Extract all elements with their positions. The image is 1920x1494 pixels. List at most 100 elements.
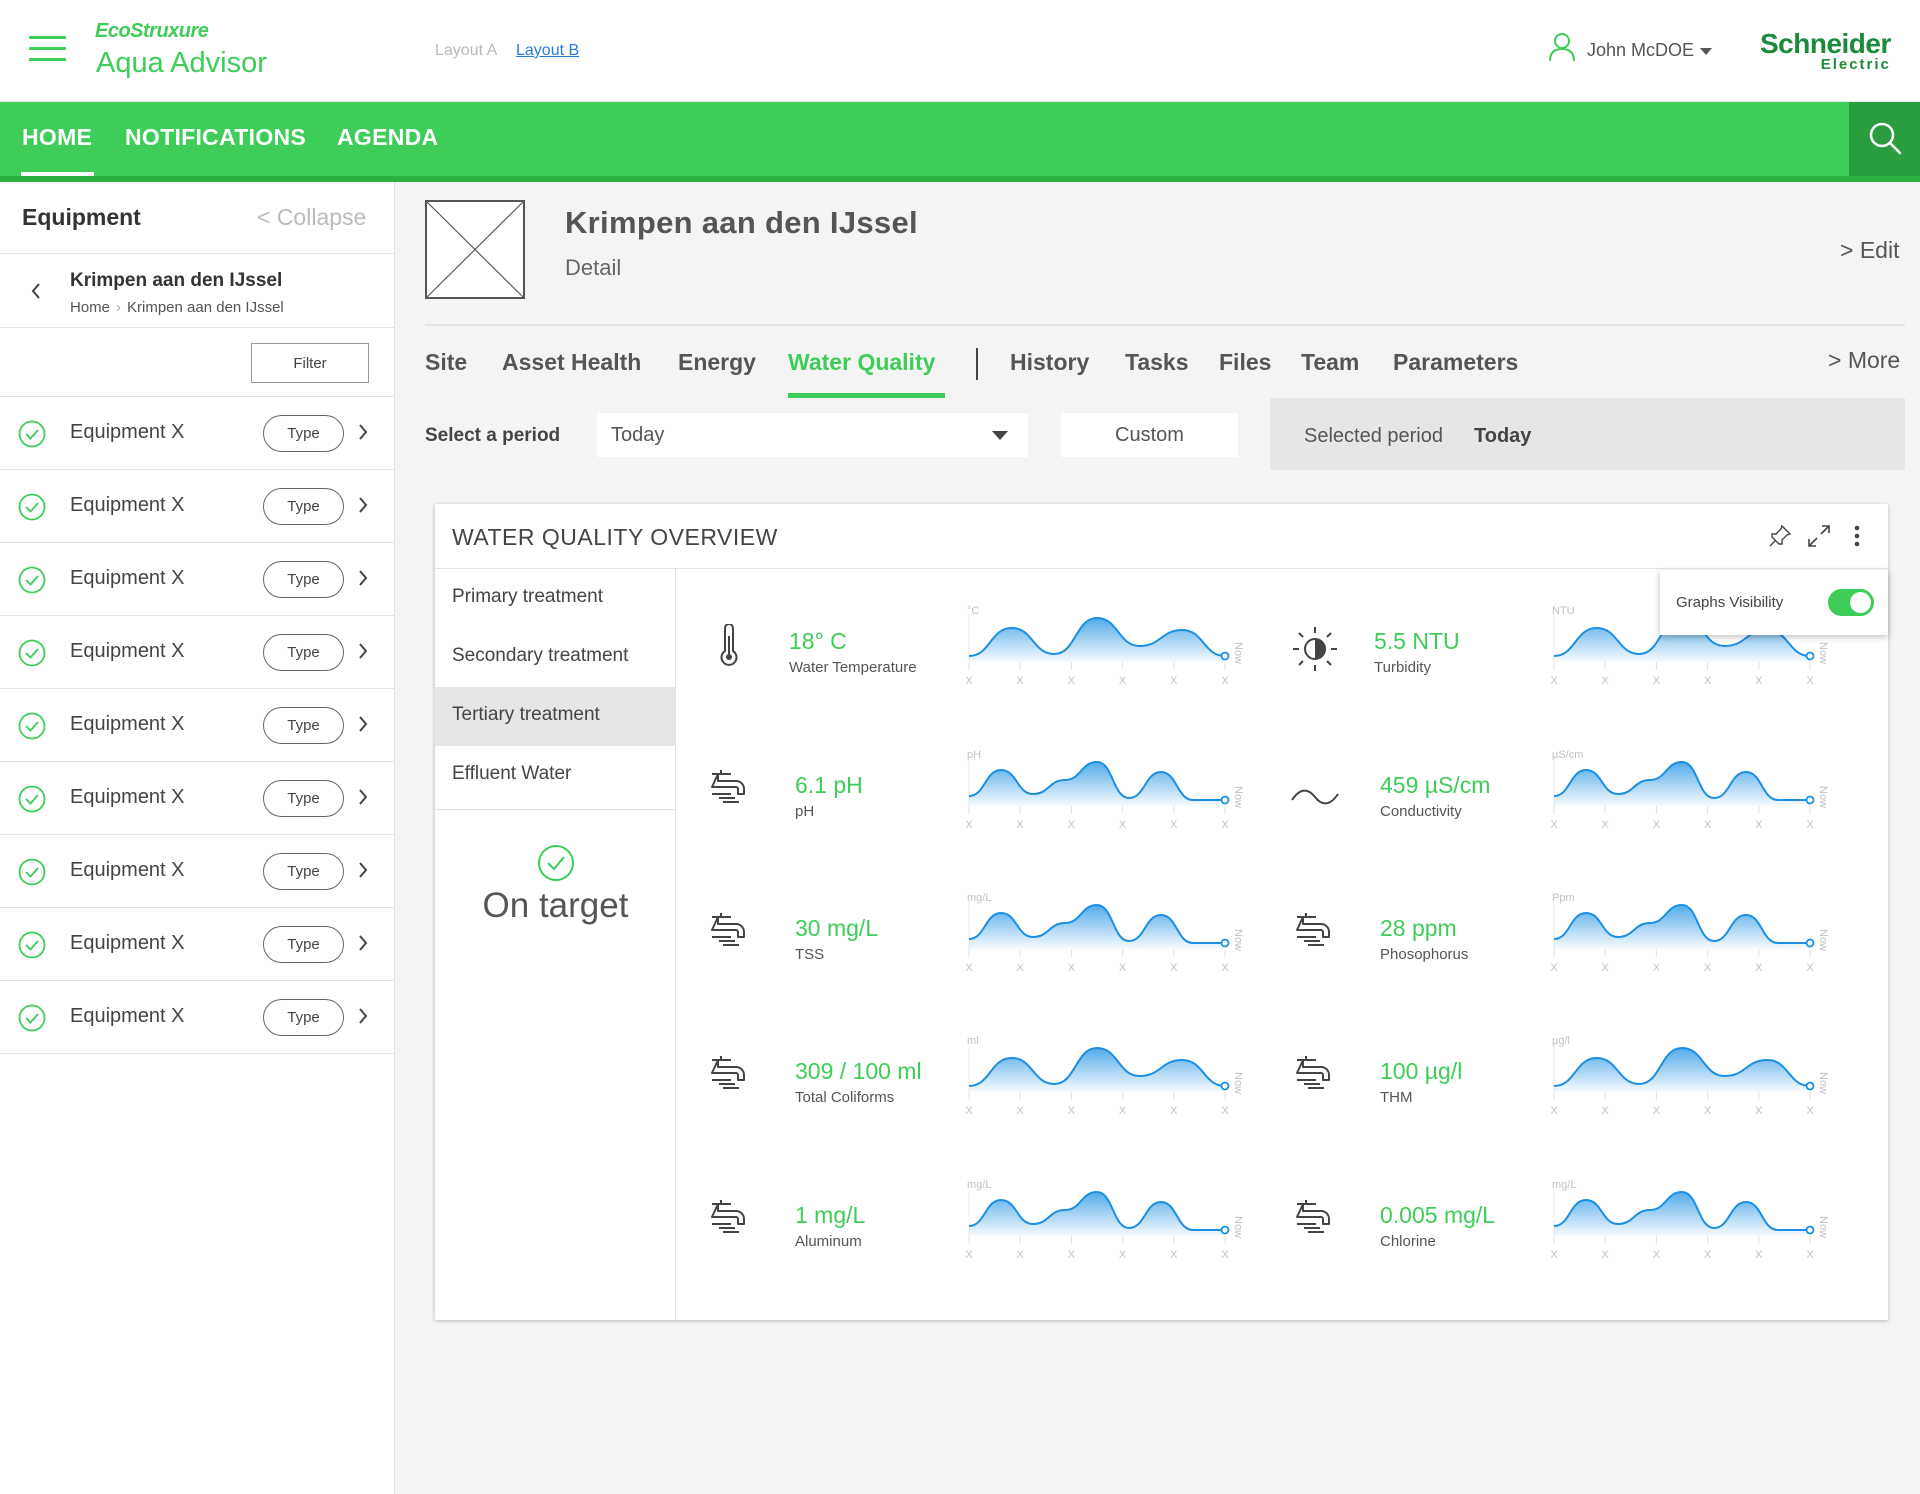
svg-text:Now: Now [1232, 929, 1243, 951]
search-icon [1869, 122, 1902, 155]
chevron-right-icon[interactable] [357, 861, 369, 884]
faucet-icon [709, 1198, 749, 1243]
chevron-right-icon[interactable] [357, 423, 369, 446]
svg-text:X: X [1119, 675, 1127, 687]
metric-value: 459 µS/cm [1380, 772, 1491, 798]
svg-text:X: X [1653, 962, 1661, 974]
equipment-list-item[interactable]: Equipment X Type [0, 835, 395, 908]
equipment-list-item[interactable]: Equipment X Type [0, 981, 395, 1054]
svg-text:X: X [1806, 1249, 1814, 1261]
svg-text:X: X [1755, 1105, 1763, 1117]
equipment-type-badge[interactable]: Type [263, 561, 344, 598]
equipment-label: Equipment X [70, 932, 185, 954]
faucet-icon [1294, 1054, 1334, 1099]
equipment-type-badge[interactable]: Type [263, 780, 344, 817]
pin-icon[interactable] [1768, 524, 1792, 548]
chevron-right-icon[interactable] [357, 496, 369, 519]
user-icon[interactable] [1549, 32, 1575, 62]
breadcrumb: Home › Krimpen aan den IJssel [70, 299, 284, 316]
nav-notifications[interactable]: NOTIFICATIONS [125, 124, 306, 151]
breadcrumb-home[interactable]: Home [70, 299, 110, 316]
breadcrumb-site[interactable]: Krimpen aan den IJssel [127, 299, 284, 316]
equipment-list-item[interactable]: Equipment X Type [0, 470, 395, 543]
metric-card: 5.5 NTU Turbidity NTU X X X X X X Now [1293, 605, 1860, 742]
tab-site[interactable]: Site [425, 349, 467, 376]
svg-text:X: X [1068, 819, 1076, 831]
collapse-link[interactable]: < Collapse [257, 204, 366, 231]
layout-a-link[interactable]: Layout A [435, 42, 497, 60]
metric-value: 1 mg/L [795, 1202, 866, 1228]
equipment-type-badge[interactable]: Type [263, 415, 344, 452]
equipment-type-badge[interactable]: Type [263, 634, 344, 671]
more-link[interactable]: > More [1828, 347, 1900, 374]
equipment-label: Equipment X [70, 421, 185, 443]
svg-text:Now: Now [1817, 786, 1828, 808]
svg-text:X: X [1550, 1105, 1558, 1117]
custom-period-button[interactable]: Custom [1061, 413, 1238, 457]
metric-name: Chlorine [1380, 1233, 1436, 1250]
chevron-right-icon[interactable] [357, 642, 369, 665]
nav-home[interactable]: HOME [22, 124, 92, 151]
filter-button[interactable]: Filter [251, 343, 369, 383]
svg-text:X: X [1221, 1105, 1229, 1117]
equipment-type-badge[interactable]: Type [263, 707, 344, 744]
metric-value: 0.005 mg/L [1380, 1202, 1496, 1228]
tab-files[interactable]: Files [1219, 349, 1271, 376]
treatment-secondary[interactable]: Secondary treatment [435, 628, 676, 687]
breadcrumb-chevron-icon: › [116, 299, 122, 316]
equipment-type-badge[interactable]: Type [263, 926, 344, 963]
back-chevron-icon[interactable] [30, 282, 42, 300]
chevron-right-icon[interactable] [357, 569, 369, 592]
nav-agenda[interactable]: AGENDA [337, 124, 438, 151]
check-circle-icon [18, 493, 46, 526]
tab-team[interactable]: Team [1301, 349, 1359, 376]
equipment-list-item[interactable]: Equipment X Type [0, 397, 395, 470]
tab-tasks[interactable]: Tasks [1125, 349, 1189, 376]
chevron-right-icon[interactable] [357, 934, 369, 957]
metric-value: 5.5 NTU [1374, 628, 1460, 654]
svg-text:X: X [1602, 675, 1610, 687]
equipment-type-badge[interactable]: Type [263, 853, 344, 890]
svg-text:Now: Now [1232, 1216, 1243, 1238]
metric-sparkline: pH X X X X X X Now [963, 744, 1244, 845]
svg-text:X: X [1653, 819, 1661, 831]
equipment-list-item[interactable]: Equipment X Type [0, 908, 395, 981]
treatment-effluent[interactable]: Effluent Water [435, 746, 676, 805]
treatment-tertiary[interactable]: Tertiary treatment [435, 687, 676, 746]
svg-text:X: X [1602, 1249, 1610, 1261]
equipment-list-item[interactable]: Equipment X Type [0, 762, 395, 835]
svg-text:X: X [1119, 1105, 1127, 1117]
check-circle-icon [18, 858, 46, 891]
tab-history[interactable]: History [1010, 349, 1089, 376]
tab-asset-health[interactable]: Asset Health [502, 349, 641, 376]
metric-card: 309 / 100 ml Total Coliforms ml X X X X X X Now [711, 1035, 1275, 1172]
chevron-right-icon[interactable] [357, 1007, 369, 1030]
svg-text:mg/L: mg/L [967, 892, 991, 904]
graphs-visibility-toggle[interactable] [1828, 589, 1874, 616]
user-menu-caret-icon[interactable] [1700, 48, 1712, 55]
equipment-type-badge[interactable]: Type [263, 999, 344, 1036]
chevron-right-icon[interactable] [357, 715, 369, 738]
expand-icon[interactable] [1807, 524, 1831, 548]
layout-b-link[interactable]: Layout B [516, 42, 579, 60]
svg-text:X: X [965, 675, 973, 687]
edit-link[interactable]: > Edit [1840, 237, 1899, 264]
tab-water-quality[interactable]: Water Quality [788, 349, 935, 376]
tab-energy[interactable]: Energy [678, 349, 756, 376]
equipment-list-item[interactable]: Equipment X Type [0, 689, 395, 762]
svg-text:X: X [965, 1105, 973, 1117]
tab-parameters[interactable]: Parameters [1393, 349, 1518, 376]
equipment-type-badge[interactable]: Type [263, 488, 344, 525]
svg-text:X: X [1755, 1249, 1763, 1261]
equipment-list-item[interactable]: Equipment X Type [0, 616, 395, 689]
user-name[interactable]: John McDOE [1587, 40, 1694, 61]
hamburger-menu-icon[interactable] [29, 36, 66, 62]
treatment-primary[interactable]: Primary treatment [435, 569, 676, 628]
search-button[interactable] [1849, 102, 1920, 176]
status-label: On target [482, 886, 629, 925]
more-options-icon[interactable] [1853, 524, 1861, 548]
period-select[interactable]: Today [597, 413, 1028, 457]
metric-value: 28 ppm [1380, 915, 1457, 941]
chevron-right-icon[interactable] [357, 788, 369, 811]
equipment-list-item[interactable]: Equipment X Type [0, 543, 395, 616]
